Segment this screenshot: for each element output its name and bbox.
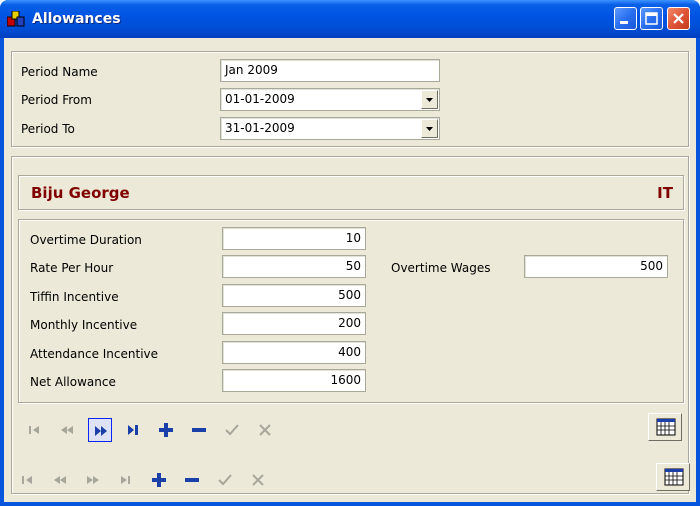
insert-icon — [159, 423, 173, 437]
main-first-button[interactable] — [15, 468, 39, 492]
overtime-wages-input[interactable]: 500 — [524, 255, 668, 278]
next-page-icon — [95, 426, 107, 436]
delete-icon — [192, 428, 206, 432]
period-to-dropdown-button[interactable] — [421, 119, 438, 138]
insert-icon — [152, 473, 166, 487]
employee-department: IT — [657, 184, 673, 202]
period-name-label: Period Name — [21, 65, 98, 79]
calendar-icon — [664, 468, 684, 486]
close-icon — [673, 13, 684, 24]
last-record-icon — [128, 425, 138, 435]
main-prior-button[interactable] — [48, 468, 72, 492]
period-name-input[interactable]: Jan 2009 — [220, 59, 440, 82]
chevron-down-icon — [426, 127, 433, 131]
detail-prior-button[interactable] — [55, 418, 79, 442]
monthly-incentive-input[interactable]: 200 — [222, 312, 366, 335]
overtime-duration-input[interactable]: 10 — [222, 227, 366, 250]
minimize-button[interactable] — [614, 7, 637, 30]
employee-group: Biju George IT Overtime Duration 10 Rate… — [11, 156, 689, 494]
minimize-icon — [620, 21, 628, 24]
net-allowance-label: Net Allowance — [30, 375, 116, 389]
maximize-icon — [645, 12, 658, 25]
allowance-details-group: Overtime Duration 10 Rate Per Hour 50 Ti… — [18, 219, 684, 403]
period-to-value: 31-01-2009 — [225, 121, 295, 135]
main-insert-button[interactable] — [147, 468, 171, 492]
employee-header: Biju George IT — [18, 175, 684, 210]
main-next-button[interactable] — [81, 468, 105, 492]
prior-page-icon — [54, 476, 66, 484]
first-record-icon — [29, 426, 39, 434]
main-delete-button[interactable] — [180, 468, 204, 492]
main-cancel-button[interactable] — [246, 468, 270, 492]
tiffin-incentive-label: Tiffin Incentive — [30, 290, 119, 304]
rate-per-hour-input[interactable]: 50 — [222, 255, 366, 278]
detail-post-button[interactable] — [220, 418, 244, 442]
next-page-icon — [87, 476, 99, 484]
detail-cancel-button[interactable] — [253, 418, 277, 442]
detail-insert-button[interactable] — [154, 418, 178, 442]
period-from-dropdown-button[interactable] — [421, 90, 438, 109]
cancel-icon — [259, 424, 271, 436]
main-last-button[interactable] — [114, 468, 138, 492]
app-icon — [7, 11, 25, 27]
main-post-button[interactable] — [213, 468, 237, 492]
detail-delete-button[interactable] — [187, 418, 211, 442]
attendance-incentive-input[interactable]: 400 — [222, 341, 366, 364]
window-client-area: Period Name Jan 2009 Period From 01-01-2… — [4, 38, 696, 502]
period-from-combo[interactable]: 01-01-2009 — [220, 88, 440, 111]
post-icon — [225, 424, 239, 436]
net-allowance-input[interactable]: 1600 — [222, 369, 366, 392]
period-to-label: Period To — [21, 122, 75, 136]
main-calendar-button[interactable] — [656, 463, 690, 491]
delete-icon — [185, 478, 199, 482]
period-group: Period Name Jan 2009 Period From 01-01-2… — [11, 51, 689, 147]
attendance-incentive-label: Attendance Incentive — [30, 347, 159, 361]
calendar-icon — [656, 418, 676, 436]
detail-last-button[interactable] — [121, 418, 145, 442]
maximize-button[interactable] — [640, 7, 663, 30]
overtime-wages-label: Overtime Wages — [391, 261, 491, 275]
period-from-label: Period From — [21, 93, 92, 107]
detail-first-button[interactable] — [22, 418, 46, 442]
chevron-down-icon — [426, 98, 433, 102]
monthly-incentive-label: Monthly Incentive — [30, 318, 138, 332]
allowances-window: Allowances Period Name Jan 2009 Period F… — [0, 0, 700, 506]
prior-page-icon — [61, 426, 73, 434]
first-record-icon — [22, 476, 32, 484]
cancel-icon — [252, 474, 264, 486]
period-from-value: 01-01-2009 — [225, 92, 295, 106]
tiffin-incentive-input[interactable]: 500 — [222, 284, 366, 307]
last-record-icon — [121, 476, 130, 484]
overtime-duration-label: Overtime Duration — [30, 233, 142, 247]
detail-next-button[interactable] — [88, 418, 112, 442]
period-to-combo[interactable]: 31-01-2009 — [220, 117, 440, 140]
window-title: Allowances — [32, 11, 121, 27]
title-bar[interactable]: Allowances — [0, 0, 700, 38]
employee-name: Biju George — [31, 184, 130, 202]
post-icon — [218, 474, 232, 486]
close-button[interactable] — [667, 7, 690, 30]
rate-per-hour-label: Rate Per Hour — [30, 261, 114, 275]
detail-calendar-button[interactable] — [648, 413, 682, 441]
